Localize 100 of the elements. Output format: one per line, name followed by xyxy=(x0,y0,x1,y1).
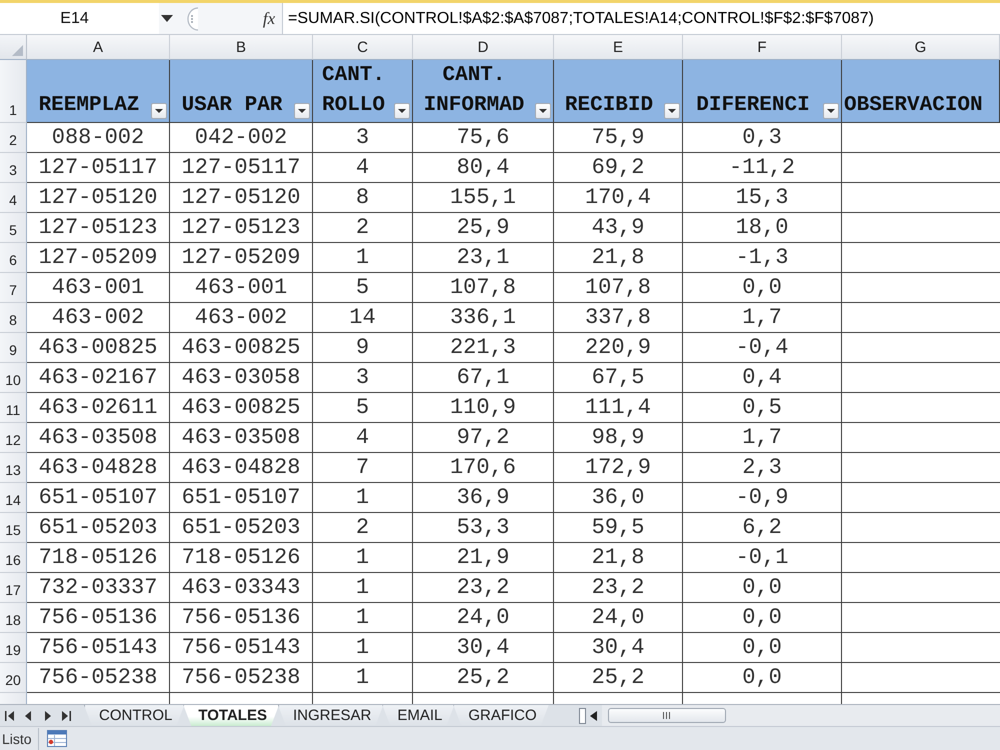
table-cell: 042-002 xyxy=(170,123,313,153)
table-cell: 14 xyxy=(313,303,413,333)
column-header[interactable]: F xyxy=(683,35,842,60)
row-header[interactable]: 8 xyxy=(0,303,27,333)
first-sheet-icon xyxy=(5,710,14,720)
table-cell: 127-05209 xyxy=(170,243,313,273)
row-header[interactable]: 12 xyxy=(0,423,27,453)
table-cell: 24,0 xyxy=(413,603,554,633)
table-cell: 21,9 xyxy=(413,543,554,573)
row-header[interactable]: 20 xyxy=(0,663,27,693)
table-cell: 0,0 xyxy=(683,663,842,693)
table-cell: 463-00825 xyxy=(170,333,313,363)
insert-function-button[interactable]: fx xyxy=(256,3,282,34)
sheet-icon[interactable] xyxy=(46,730,67,747)
filter-dropdown-button[interactable] xyxy=(664,103,680,119)
table-cell: 23,1 xyxy=(413,243,554,273)
row-header[interactable]: 4 xyxy=(0,183,27,213)
row-header[interactable]: 16 xyxy=(0,543,27,573)
column-header[interactable]: A xyxy=(27,35,170,60)
caret-icon[interactable] xyxy=(161,15,173,22)
table-cell: 1 xyxy=(313,243,413,273)
column-heading: REEMPLAZ xyxy=(38,93,140,119)
table-cell: 756-05238 xyxy=(170,663,313,693)
table-cell: 463-00825 xyxy=(170,393,313,423)
formula-field[interactable]: =SUMAR.SI(CONTROL!$A$2:$A$7087;TOTALES!A14;CONTROL!$F$2:$F$7087) xyxy=(282,3,1000,34)
row-header[interactable]: 11 xyxy=(0,393,27,423)
filter-dropdown-button[interactable] xyxy=(294,103,310,119)
row-header[interactable]: 15 xyxy=(0,513,27,543)
row-header[interactable]: 3 xyxy=(0,153,27,183)
table-cell: 30,4 xyxy=(554,633,683,663)
name-box[interactable]: E14 xyxy=(0,3,159,34)
table-cell: 127-05120 xyxy=(27,183,170,213)
table-cell: 2 xyxy=(313,513,413,543)
previous-sheet-icon xyxy=(24,710,33,720)
table-cell: 172,9 xyxy=(554,453,683,483)
table-cell: 80,4 xyxy=(413,153,554,183)
tab-splitter-handle[interactable] xyxy=(578,708,586,724)
table-cell: 463-04828 xyxy=(170,453,313,483)
table-cell: 107,8 xyxy=(554,273,683,303)
sheet-tab[interactable]: TOTALES xyxy=(183,705,279,726)
caret-icon xyxy=(298,109,306,113)
table-cell: 1 xyxy=(313,633,413,663)
table-cell: 463-03508 xyxy=(27,423,170,453)
table-cell: 463-03508 xyxy=(170,423,313,453)
row-header[interactable]: 10 xyxy=(0,363,27,393)
table-cell: 7 xyxy=(313,453,413,483)
filter-dropdown-button[interactable] xyxy=(394,103,410,119)
table-cell: 69,2 xyxy=(554,153,683,183)
scroll-thumb[interactable] xyxy=(608,708,726,723)
column-header[interactable]: D xyxy=(413,35,554,60)
table-cell: 98,9 xyxy=(554,423,683,453)
table-cell: 756-05136 xyxy=(27,603,170,633)
filter-dropdown-button[interactable] xyxy=(151,103,167,119)
table-cell: -11,2 xyxy=(683,153,842,183)
table-cell: 97,2 xyxy=(413,423,554,453)
table-cell: 1 xyxy=(313,543,413,573)
column-header[interactable]: B xyxy=(170,35,313,60)
table-cell: 127-05120 xyxy=(170,183,313,213)
table-cell: 463-02611 xyxy=(27,393,170,423)
table-cell: 718-05126 xyxy=(170,543,313,573)
row-header[interactable]: 14 xyxy=(0,483,27,513)
table-cell: 170,6 xyxy=(413,453,554,483)
table-cell: 088-002 xyxy=(27,123,170,153)
filter-dropdown-button[interactable] xyxy=(823,103,839,119)
filter-dropdown-button[interactable] xyxy=(535,103,551,119)
row-header[interactable]: 2 xyxy=(0,123,27,153)
table-cell: 1 xyxy=(313,573,413,603)
status-text: Listo xyxy=(0,728,39,750)
column-header[interactable]: C xyxy=(313,35,413,60)
table-cell: 127-05123 xyxy=(27,213,170,243)
row-header[interactable]: 9 xyxy=(0,333,27,363)
table-cell: 1 xyxy=(313,483,413,513)
table-cell: 220,9 xyxy=(554,333,683,363)
table-cell: 21,8 xyxy=(554,243,683,273)
row-header[interactable]: 5 xyxy=(0,213,27,243)
row-header[interactable]: 19 xyxy=(0,633,27,663)
table-cell: -0,1 xyxy=(683,543,842,573)
table-cell: 0,4 xyxy=(683,363,842,393)
table-cell: 127-05123 xyxy=(170,213,313,243)
row-header[interactable]: 17 xyxy=(0,573,27,603)
column-header[interactable]: E xyxy=(554,35,683,60)
table-cell: 1 xyxy=(313,663,413,693)
table-cell: 5 xyxy=(313,273,413,303)
table-cell: 756-05238 xyxy=(27,663,170,693)
horizontal-scrollbar[interactable] xyxy=(602,705,1000,726)
table-cell: 756-05143 xyxy=(170,633,313,663)
caret-icon xyxy=(398,109,406,113)
row-header[interactable]: 18 xyxy=(0,603,27,633)
table-cell: 732-03337 xyxy=(27,573,170,603)
table-cell: 23,2 xyxy=(413,573,554,603)
table-cell: 0,0 xyxy=(683,273,842,303)
table-cell: 221,3 xyxy=(413,333,554,363)
grip-icon xyxy=(663,712,670,719)
column-header[interactable]: G xyxy=(842,35,1000,60)
row-header[interactable]: 13 xyxy=(0,453,27,483)
column-heading: RECIBID xyxy=(564,93,654,119)
row-header[interactable]: 7 xyxy=(0,273,27,303)
table-cell: 4 xyxy=(313,153,413,183)
row-header[interactable]: 6 xyxy=(0,243,27,273)
row-header[interactable]: 1 xyxy=(0,60,27,123)
